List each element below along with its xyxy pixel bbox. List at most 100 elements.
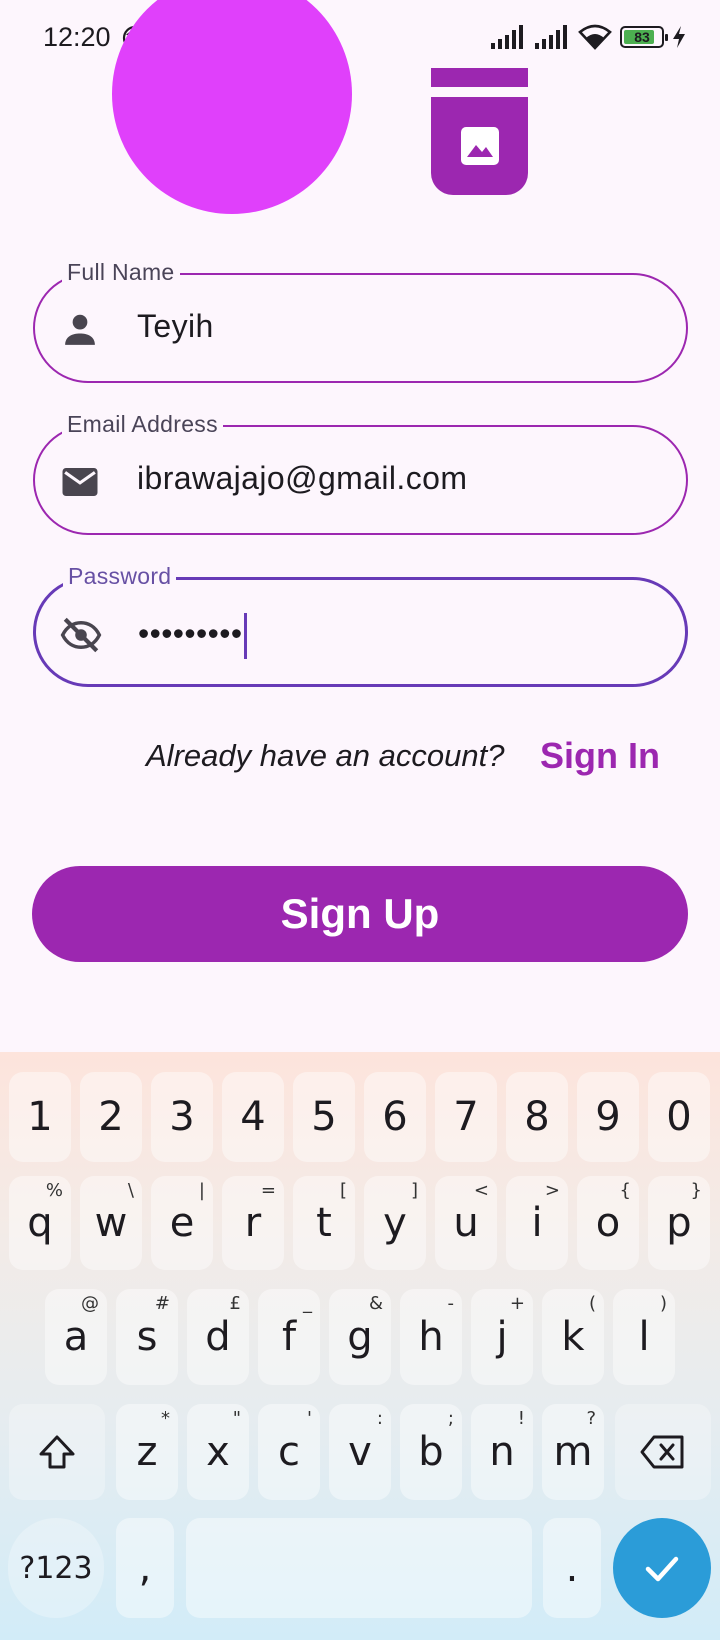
key-p-label: p [666, 1200, 692, 1246]
key-d[interactable]: d £ [187, 1289, 249, 1385]
key-r-alt-label: = [260, 1180, 276, 1201]
full-name-input[interactable]: Teyih [137, 308, 214, 345]
key-y-alt-label: ] [410, 1180, 418, 1201]
period-key[interactable]: . [543, 1518, 601, 1618]
sign-up-button[interactable]: Sign Up [32, 866, 688, 962]
key-u-label: u [453, 1200, 479, 1246]
key-b[interactable]: b; [400, 1404, 462, 1500]
email-label: Email Address [62, 411, 223, 438]
key-z-label: z [136, 1429, 158, 1475]
key-h-label: h [418, 1314, 444, 1360]
key-5-label: 5 [311, 1094, 337, 1140]
key-g-alt-label: & [368, 1293, 383, 1314]
password-field[interactable]: Password ••••••••• [33, 563, 688, 687]
password-input[interactable]: ••••••••• [138, 613, 248, 659]
password-label: Password [63, 563, 177, 590]
symbols-key[interactable]: ?123 [8, 1518, 104, 1618]
key-7-label: 7 [453, 1094, 479, 1140]
key-d-alt-label: £ [229, 1293, 241, 1314]
key-k[interactable]: k( [542, 1289, 604, 1385]
key-w[interactable]: w \ [80, 1176, 142, 1270]
pick-image-button[interactable] [431, 97, 528, 195]
key-x-label: x [206, 1429, 230, 1475]
email-input[interactable]: ibrawajajo@gmail.com [137, 460, 467, 497]
key-v-alt-label: : [376, 1408, 383, 1429]
backspace-key[interactable] [615, 1404, 711, 1500]
key-l-alt-label: ) [659, 1293, 667, 1314]
key-v[interactable]: v: [329, 1404, 391, 1500]
key-r-label: r [244, 1200, 262, 1246]
profile-avatar[interactable] [112, 0, 352, 214]
key-8[interactable]: 8 [506, 1072, 568, 1162]
mail-icon [62, 468, 98, 496]
key-f-label: f [281, 1314, 297, 1360]
key-b-label: b [418, 1429, 444, 1475]
key-9-label: 9 [595, 1094, 621, 1140]
sign-in-link[interactable]: Sign In [540, 735, 660, 777]
key-o[interactable]: o{ [577, 1176, 639, 1270]
key-u[interactable]: u < [435, 1176, 497, 1270]
visibility-off-icon[interactable] [60, 614, 102, 656]
key-i-label: i [531, 1200, 543, 1246]
key-6[interactable]: 6 [364, 1072, 426, 1162]
full-name-field[interactable]: Full Name Teyih [33, 259, 688, 383]
key-n[interactable]: n! [471, 1404, 533, 1500]
key-y[interactable]: y] [364, 1176, 426, 1270]
check-icon [645, 1556, 679, 1582]
signal-icon-2 [535, 25, 567, 49]
key-3[interactable]: 3 [151, 1072, 213, 1162]
key-e-alt-label: | [198, 1180, 205, 1201]
key-c[interactable]: c ' [258, 1404, 320, 1500]
key-r[interactable]: r = [222, 1176, 284, 1270]
key-7[interactable]: 7 [435, 1072, 497, 1162]
space-key[interactable] [186, 1518, 532, 1618]
comma-key[interactable]: , [116, 1518, 174, 1618]
done-key[interactable] [613, 1518, 711, 1618]
key-0[interactable]: 0 [648, 1072, 710, 1162]
key-q-alt-label: % [45, 1180, 63, 1201]
key-l-label: l [638, 1314, 650, 1360]
battery-icon: 83 [620, 26, 668, 48]
key-q[interactable]: q% [9, 1176, 71, 1270]
key-4[interactable]: 4 [222, 1072, 284, 1162]
key-p[interactable]: p} [648, 1176, 710, 1270]
image-icon [460, 127, 499, 165]
key-i[interactable]: i > [506, 1176, 568, 1270]
key-u-alt-label: < [473, 1180, 489, 1201]
key-t-alt-label: [ [339, 1180, 347, 1201]
key-o-alt-label: { [619, 1180, 631, 1201]
key-1[interactable]: 1 [9, 1072, 71, 1162]
shift-key[interactable] [9, 1404, 105, 1500]
key-m-alt-label: ? [586, 1408, 596, 1429]
key-m-label: m [553, 1429, 593, 1475]
key-l[interactable]: l) [613, 1289, 675, 1385]
key-m[interactable]: m? [542, 1404, 604, 1500]
key-o-label: o [595, 1200, 621, 1246]
email-field[interactable]: Email Address ibrawajajo@gmail.com [33, 411, 688, 535]
key-b-alt-label: ; [447, 1408, 454, 1429]
key-h[interactable]: h- [400, 1289, 462, 1385]
key-3-label: 3 [169, 1094, 195, 1140]
key-5[interactable]: 5 [293, 1072, 355, 1162]
signal-icon [491, 25, 523, 49]
key-f[interactable]: f _ [258, 1289, 320, 1385]
key-q-label: q [27, 1200, 53, 1246]
key-c-label: c [278, 1429, 300, 1475]
key-e[interactable]: e | [151, 1176, 213, 1270]
key-j[interactable]: j + [471, 1289, 533, 1385]
key-w-alt-label: \ [127, 1180, 134, 1201]
key-n-label: n [489, 1429, 515, 1475]
key-x[interactable]: x " [187, 1404, 249, 1500]
key-z[interactable]: z * [116, 1404, 178, 1500]
key-4-label: 4 [240, 1094, 266, 1140]
key-g[interactable]: g & [329, 1289, 391, 1385]
key-v-label: v [348, 1429, 372, 1475]
key-a[interactable]: a @ [45, 1289, 107, 1385]
key-9[interactable]: 9 [577, 1072, 639, 1162]
key-s[interactable]: s # [116, 1289, 178, 1385]
status-bar: 12:20 83 [0, 0, 720, 66]
charging-icon [673, 26, 685, 48]
key-k-label: k [561, 1314, 585, 1360]
key-t[interactable]: t[ [293, 1176, 355, 1270]
key-2[interactable]: 2 [80, 1072, 142, 1162]
